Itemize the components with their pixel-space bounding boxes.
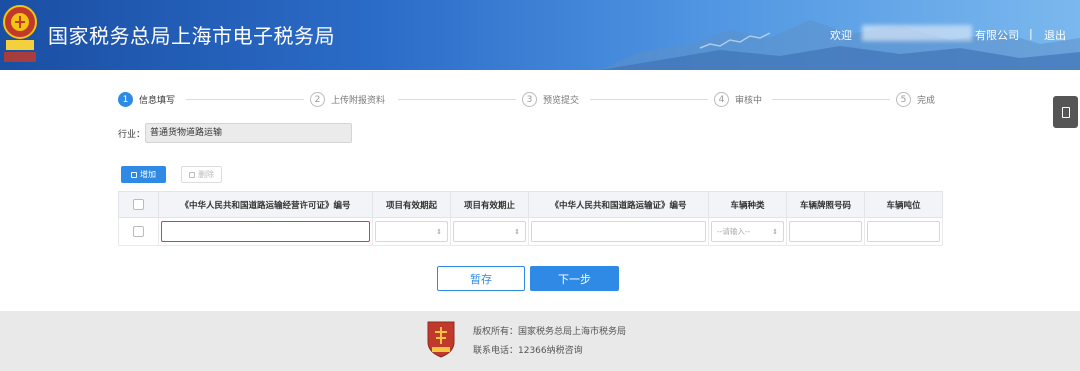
end-date-cell: ⇕ — [450, 217, 529, 246]
select-all-checkbox[interactable] — [133, 199, 144, 210]
spinner-icon: ⇕ — [772, 227, 778, 236]
vehicle-type-cell: --请输入-- ⇕ — [708, 217, 787, 246]
header-banner: 国家税务总局上海市电子税务局 欢迎 有限公司 | 退出 — [0, 0, 1080, 70]
step-label: 完成 — [917, 96, 936, 106]
step-3: 3 预览提交 — [522, 92, 579, 107]
phone-icon — [1061, 106, 1070, 118]
column-header: 车辆牌照号码 — [786, 191, 865, 218]
step-label: 信息填写 — [139, 96, 176, 106]
delete-row-button[interactable]: 删除 — [181, 166, 222, 183]
save-draft-button[interactable]: 暂存 — [437, 266, 525, 291]
table-row: ⇕ ⇕ --请输入-- ⇕ — [118, 217, 943, 246]
step-number: 4 — [714, 92, 729, 107]
step-label: 上传附报资料 — [331, 96, 386, 106]
vehicle-info-table: 《中华人民共和国道路运输经营许可证》编号 项目有效期起 项目有效期止 《中华人民… — [118, 191, 943, 246]
tonnage-input[interactable] — [867, 221, 940, 242]
vehicle-type-placeholder: --请输入-- — [717, 227, 751, 236]
step-number: 3 — [522, 92, 537, 107]
side-float-button[interactable] — [1053, 96, 1078, 128]
next-step-button[interactable]: 下一步 — [530, 266, 619, 291]
end-date-input[interactable]: ⇕ — [453, 221, 526, 242]
redacted-username — [862, 25, 972, 41]
column-header: 项目有效期起 — [372, 191, 451, 218]
company-name: 有限公司 — [975, 29, 1019, 42]
license-number-input[interactable] — [161, 221, 370, 242]
logout-link[interactable]: 退出 — [1044, 27, 1066, 43]
column-header: 车辆吨位 — [864, 191, 943, 218]
transport-cert-input[interactable] — [531, 221, 706, 242]
spinner-icon: ⇕ — [436, 227, 442, 236]
column-header: 《中华人民共和国道路运输证》编号 — [528, 191, 709, 218]
license-number-cell — [158, 217, 373, 246]
industry-field: 普通货物道路运输 — [145, 123, 352, 143]
step-4: 4 审核中 — [714, 92, 762, 107]
spinner-icon: ⇕ — [514, 227, 520, 236]
column-header: 项目有效期止 — [450, 191, 529, 218]
industry-label: 行业： — [118, 130, 146, 140]
step-5: 5 完成 — [896, 92, 935, 107]
tax-emblem-icon — [3, 5, 37, 62]
table-header-row: 《中华人民共和国道路运输经营许可证》编号 项目有效期起 项目有效期止 《中华人民… — [118, 191, 943, 218]
step-number: 5 — [896, 92, 911, 107]
tax-shield-logo-icon — [427, 321, 455, 358]
step-2: 2 上传附报资料 — [310, 92, 385, 107]
step-label: 审核中 — [735, 96, 763, 106]
step-number: 1 — [118, 92, 133, 107]
footer-phone: 联系电话：12366纳税咨询 — [473, 346, 583, 356]
tonnage-cell — [864, 217, 943, 246]
header-separator: | — [1029, 27, 1033, 40]
row-select-cell — [118, 217, 159, 246]
add-icon — [131, 171, 137, 178]
delete-button-label: 删除 — [198, 170, 214, 179]
footer-copyright: 版权所有：国家税务总局上海市税务局 — [473, 327, 627, 337]
add-row-button[interactable]: 增加 — [121, 166, 166, 183]
column-header: 《中华人民共和国道路运输经营许可证》编号 — [158, 191, 373, 218]
step-connector — [398, 99, 516, 100]
header-select-all[interactable] — [118, 191, 159, 218]
plate-number-cell — [786, 217, 865, 246]
vehicle-type-select[interactable]: --请输入-- ⇕ — [711, 221, 784, 242]
transport-cert-cell — [528, 217, 709, 246]
delete-icon — [189, 171, 195, 178]
step-number: 2 — [310, 92, 325, 107]
step-connector — [186, 99, 304, 100]
column-header: 车辆种类 — [708, 191, 787, 218]
step-label: 预览提交 — [543, 96, 580, 106]
step-1: 1 信息填写 — [118, 92, 175, 107]
welcome-text: 欢迎 — [830, 29, 852, 42]
step-connector — [772, 99, 890, 100]
footer — [0, 311, 1080, 371]
start-date-cell: ⇕ — [372, 217, 451, 246]
site-title: 国家税务总局上海市电子税务局 — [48, 24, 335, 48]
row-checkbox[interactable] — [133, 226, 144, 237]
plate-number-input[interactable] — [789, 221, 862, 242]
step-connector — [590, 99, 708, 100]
start-date-input[interactable]: ⇕ — [375, 221, 448, 242]
add-button-label: 增加 — [140, 170, 156, 179]
